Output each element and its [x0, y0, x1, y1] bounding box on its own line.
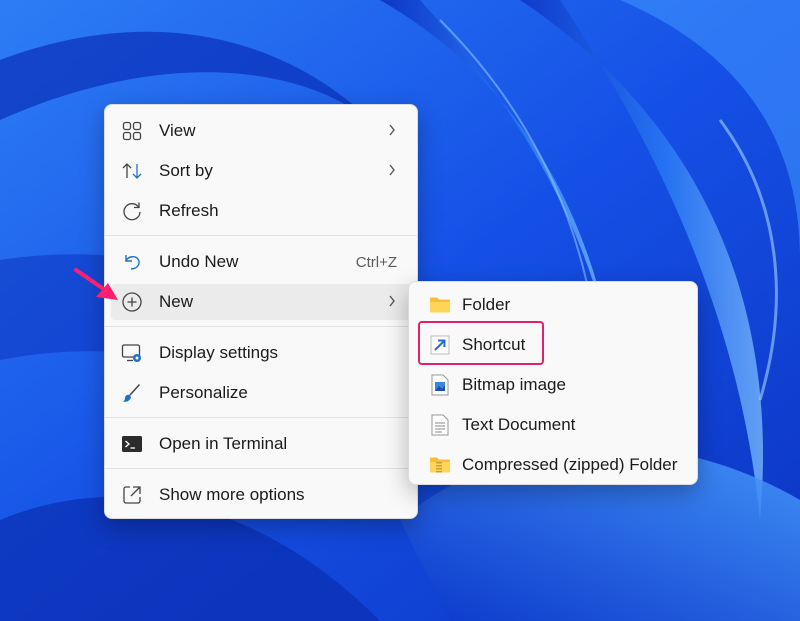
terminal-icon: [121, 433, 143, 455]
menu-item-label: Personalize: [159, 383, 248, 402]
display-settings-icon: [121, 342, 143, 364]
menu-item-new[interactable]: New: [111, 284, 411, 320]
menu-item-open-in-terminal[interactable]: Open in Terminal: [111, 426, 411, 462]
menu-separator: [105, 326, 417, 327]
submenu-item-folder[interactable]: Folder: [415, 287, 691, 323]
text-document-icon: [429, 414, 451, 436]
chevron-right-icon: [387, 122, 397, 143]
menu-separator: [105, 235, 417, 236]
zip-folder-icon: [429, 454, 451, 476]
refresh-icon: [121, 200, 143, 222]
menu-item-undo-new[interactable]: Undo New Ctrl+Z: [111, 244, 411, 280]
chevron-right-icon: [387, 293, 397, 314]
chevron-right-icon: [387, 162, 397, 183]
submenu-item-bitmap-image[interactable]: Bitmap image: [415, 367, 691, 403]
folder-icon: [429, 294, 451, 316]
submenu-item-label: Folder: [462, 295, 511, 314]
brush-icon: [121, 382, 143, 404]
new-submenu: Folder Shortcut Bitmap image Text Docume…: [408, 281, 698, 485]
menu-item-label: Undo New: [159, 252, 239, 271]
menu-separator: [105, 468, 417, 469]
submenu-item-label: Bitmap image: [462, 375, 566, 394]
submenu-item-label: Compressed (zipped) Folder: [462, 455, 678, 474]
menu-item-label: Sort by: [159, 161, 213, 180]
menu-item-show-more-options[interactable]: Show more options: [111, 477, 411, 513]
submenu-item-label: Text Document: [462, 415, 576, 434]
menu-item-label: Open in Terminal: [159, 434, 288, 453]
grid-view-icon: [121, 120, 143, 142]
menu-item-label: Show more options: [159, 485, 305, 504]
menu-item-sort-by[interactable]: Sort by: [111, 153, 411, 189]
open-external-icon: [121, 484, 143, 506]
menu-separator: [105, 417, 417, 418]
submenu-item-compressed-folder[interactable]: Compressed (zipped) Folder: [415, 447, 691, 483]
menu-item-personalize[interactable]: Personalize: [111, 375, 411, 411]
bitmap-image-icon: [429, 374, 451, 396]
annotation-highlight-box: [418, 321, 544, 365]
menu-item-refresh[interactable]: Refresh: [111, 193, 411, 229]
sort-icon: [121, 160, 143, 182]
keyboard-shortcut: Ctrl+Z: [355, 254, 397, 271]
menu-item-label: Refresh: [159, 201, 219, 220]
menu-item-label: New: [159, 292, 194, 311]
desktop-context-menu: View Sort by Refresh Undo New Ctrl+Z New: [104, 104, 418, 519]
submenu-item-text-document[interactable]: Text Document: [415, 407, 691, 443]
annotation-arrow-icon: [74, 268, 118, 300]
menu-item-view[interactable]: View: [111, 113, 411, 149]
menu-item-label: View: [159, 121, 196, 140]
menu-item-label: Display settings: [159, 343, 279, 362]
menu-item-display-settings[interactable]: Display settings: [111, 335, 411, 371]
